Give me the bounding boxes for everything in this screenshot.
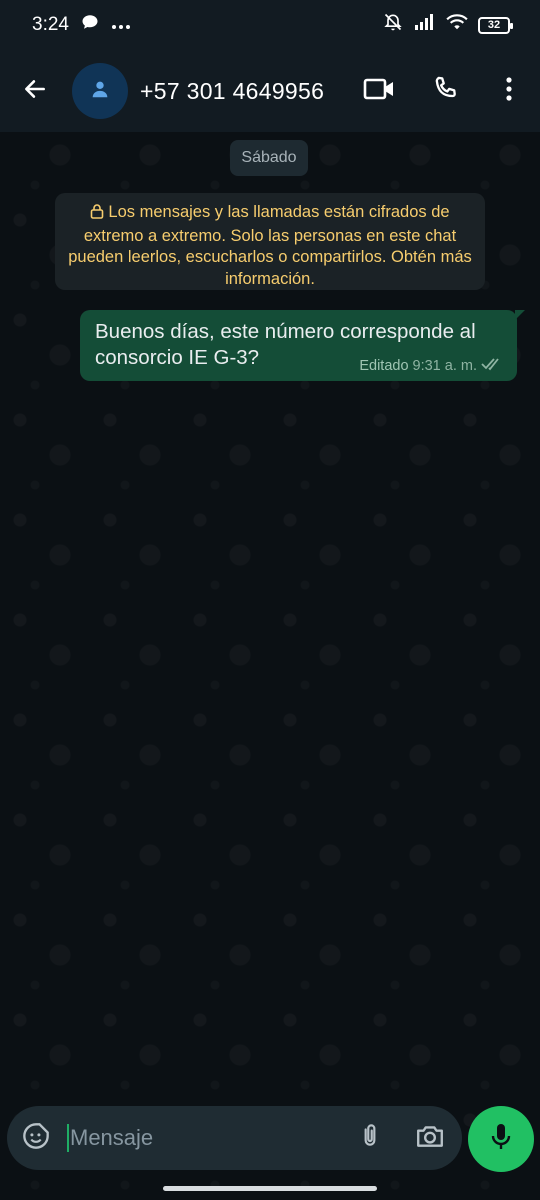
status-bar: 3:24 32	[0, 0, 540, 50]
signal-icon	[414, 14, 436, 36]
back-arrow-icon	[22, 76, 48, 107]
message-time: 9:31 a. m.	[412, 358, 477, 374]
voice-record-button[interactable]	[468, 1106, 534, 1172]
chat-header: +57 301 4649956	[0, 50, 540, 132]
text-caret	[67, 1124, 69, 1152]
sticker-icon	[22, 1122, 50, 1155]
wifi-icon	[446, 13, 468, 37]
attach-icon	[357, 1122, 383, 1155]
encryption-notice[interactable]: Los mensajes y las llamadas están cifrad…	[55, 193, 485, 290]
date-chip: Sábado	[230, 140, 308, 176]
back-button[interactable]	[0, 50, 70, 132]
message-input[interactable]	[70, 1125, 340, 1151]
battery-icon: 32	[478, 16, 513, 34]
camera-button[interactable]	[400, 1106, 460, 1170]
phone-icon	[431, 75, 459, 108]
video-call-icon	[363, 77, 395, 106]
status-time: 3:24	[32, 14, 69, 35]
mic-icon	[489, 1122, 513, 1157]
person-icon	[89, 78, 111, 105]
lock-icon	[90, 203, 104, 226]
avatar[interactable]	[72, 63, 128, 119]
encryption-notice-text: Los mensajes y las llamadas están cifrad…	[68, 203, 472, 288]
more-vert-icon	[506, 76, 512, 106]
more-dots-icon	[111, 14, 131, 36]
chat-screen: 3:24 32 +57 301 4649956 Sábado Los mensa…	[0, 0, 540, 1200]
chat-bubble-icon	[81, 13, 99, 37]
muted-icon	[382, 12, 404, 38]
sticker-button[interactable]	[7, 1106, 65, 1170]
outgoing-message[interactable]: Buenos días, este número corresponde al …	[80, 310, 525, 381]
video-call-button[interactable]	[346, 50, 412, 132]
edited-label: Editado	[359, 358, 409, 374]
attach-button[interactable]	[340, 1106, 400, 1170]
battery-level: 32	[487, 19, 501, 31]
voice-call-button[interactable]	[412, 50, 478, 132]
home-indicator[interactable]	[163, 1186, 377, 1191]
message-composer	[7, 1106, 462, 1170]
double-check-icon	[481, 357, 503, 375]
more-options-button[interactable]	[478, 50, 540, 132]
contact-name[interactable]: +57 301 4649956	[140, 78, 324, 105]
camera-icon	[415, 1123, 445, 1154]
message-meta: Editado 9:31 a. m.	[359, 357, 503, 375]
